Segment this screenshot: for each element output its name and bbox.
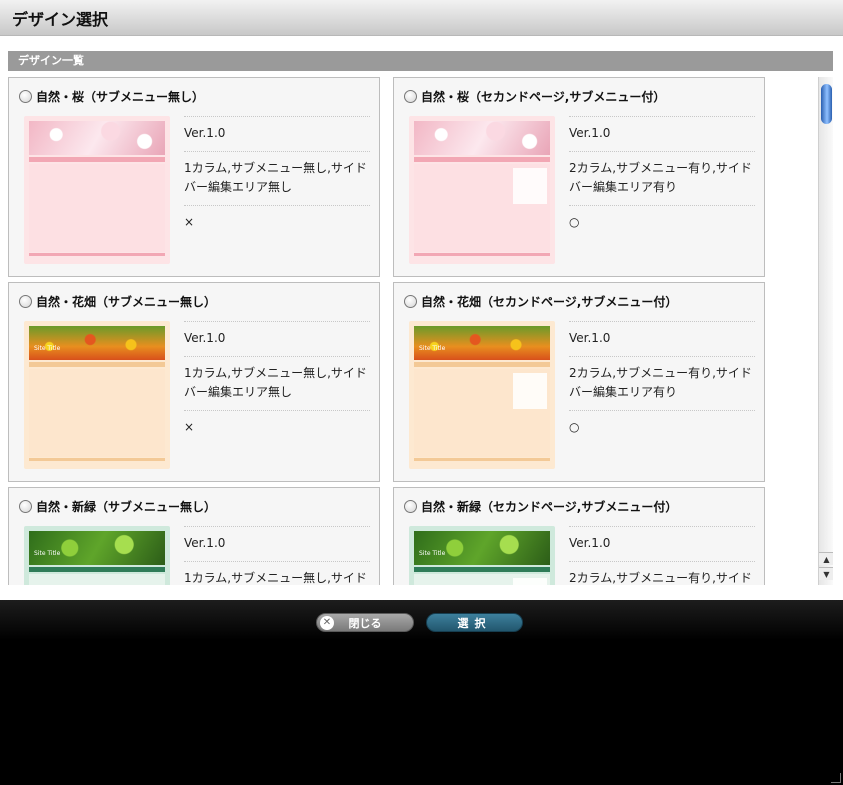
select-button-label: 選択: [457, 617, 492, 630]
thumbnail-footer: [414, 458, 550, 461]
design-select-window: デザイン選択 デザイン一覧 自然・桜（サブメニュー無し） Ver.1.0 1カラム,…: [0, 0, 843, 600]
design-card-title[interactable]: 自然・桜（サブメニュー無し）: [19, 88, 204, 105]
design-radio[interactable]: [404, 295, 417, 308]
thumbnail-nav: [29, 567, 165, 572]
section-header: デザイン一覧: [8, 51, 833, 71]
thumbnail-site-title: Site Title: [419, 345, 446, 352]
design-info: Ver.1.02カラム,サブメニュー有り,サイドバー編集エリア有り○: [569, 526, 755, 585]
design-description: 2カラム,サブメニュー有り,サイドバー編集エリア有り: [569, 561, 755, 585]
design-card[interactable]: 自然・新緑（セカンドページ,サブメニュー付） Site Title Ver.1.0 2…: [393, 487, 765, 585]
design-thumbnail: [24, 116, 170, 264]
thumbnail-site-title: Site Title: [34, 550, 61, 557]
thumbnail-site-title: Site Title: [419, 550, 446, 557]
design-radio[interactable]: [19, 500, 32, 513]
design-card[interactable]: 自然・新緑（サブメニュー無し） Site Title Ver.1.0 1カラム,サブメ…: [8, 487, 380, 585]
design-card[interactable]: 自然・桜（セカンドページ,サブメニュー付） Ver.1.0 2カラム,サブメニュー有…: [393, 77, 765, 277]
design-card[interactable]: 自然・花畑（セカンドページ,サブメニュー付） Site Title Ver.1.0 2…: [393, 282, 765, 482]
design-version: Ver.1.0: [569, 116, 755, 151]
thumbnail-nav: [414, 362, 550, 367]
design-info: Ver.1.01カラム,サブメニュー無し,サイドバー編集エリア無し×: [184, 321, 370, 445]
thumbnail-footer: [414, 253, 550, 256]
title-bar: デザイン選択: [0, 0, 843, 36]
design-name: 自然・花畑（セカンドページ,サブメニュー付）: [421, 295, 678, 309]
thumbnail-nav: [29, 362, 165, 367]
design-sidebar-flag: ○: [569, 410, 755, 445]
design-radio[interactable]: [19, 90, 32, 103]
thumbnail-banner: [29, 326, 165, 360]
close-button-label: 閉じる: [348, 617, 382, 630]
thumbnail-footer: [29, 458, 165, 461]
design-version: Ver.1.0: [184, 116, 370, 151]
design-list-scroll-area[interactable]: 自然・桜（サブメニュー無し） Ver.1.0 1カラム,サブメニュー無し,サイドバー…: [8, 77, 833, 585]
design-name: 自然・花畑（サブメニュー無し）: [36, 295, 217, 309]
thumbnail-banner: [414, 531, 550, 565]
design-info: Ver.1.02カラム,サブメニュー有り,サイドバー編集エリア有り○: [569, 116, 755, 240]
design-card[interactable]: 自然・花畑（サブメニュー無し） Site Title Ver.1.0 1カラム,サブメ…: [8, 282, 380, 482]
design-sidebar-flag: ×: [184, 205, 370, 240]
close-circle-icon: ✕: [320, 616, 334, 630]
design-thumbnail: Site Title: [24, 526, 170, 585]
design-description: 1カラム,サブメニュー無し,サイドバー編集エリア無し: [184, 151, 370, 205]
design-info: Ver.1.02カラム,サブメニュー有り,サイドバー編集エリア有り○: [569, 321, 755, 445]
thumbnail-sidebar: [513, 168, 547, 204]
dialog-footer: ✕ 閉じる 選択: [0, 600, 843, 785]
select-button[interactable]: 選択: [426, 613, 523, 632]
scroll-down-arrow-icon[interactable]: ▼: [819, 567, 833, 580]
thumbnail-body: [29, 164, 165, 252]
thumbnail-banner: [414, 326, 550, 360]
thumbnail-nav: [414, 567, 550, 572]
design-radio[interactable]: [404, 90, 417, 103]
design-description: 2カラム,サブメニュー有り,サイドバー編集エリア有り: [569, 151, 755, 205]
design-radio[interactable]: [19, 295, 32, 308]
design-card-title[interactable]: 自然・花畑（サブメニュー無し）: [19, 293, 216, 310]
design-info: Ver.1.01カラム,サブメニュー無し,サイドバー編集エリア無し×: [184, 116, 370, 240]
design-card[interactable]: 自然・桜（サブメニュー無し） Ver.1.0 1カラム,サブメニュー無し,サイドバー…: [8, 77, 380, 277]
design-name: 自然・桜（セカンドページ,サブメニュー付）: [421, 90, 666, 104]
design-version: Ver.1.0: [569, 321, 755, 356]
design-name: 自然・新緑（セカンドページ,サブメニュー付）: [421, 500, 678, 514]
scroll-up-arrow-icon[interactable]: ▲: [819, 552, 833, 565]
vertical-scrollbar[interactable]: ▲ ▼: [818, 77, 833, 585]
scrollbar-thumb[interactable]: [821, 84, 832, 124]
thumbnail-nav: [414, 157, 550, 162]
thumbnail-sidebar: [513, 578, 547, 585]
close-button[interactable]: ✕ 閉じる: [316, 613, 414, 632]
design-card-title[interactable]: 自然・新緑（セカンドページ,サブメニュー付）: [404, 498, 677, 515]
design-thumbnail: Site Title: [409, 321, 555, 469]
design-thumbnail: Site Title: [24, 321, 170, 469]
design-info: Ver.1.01カラム,サブメニュー無し,サイドバー編集エリア無し×: [184, 526, 370, 585]
resize-grip-icon[interactable]: [831, 773, 841, 783]
design-name: 自然・新緑（サブメニュー無し）: [36, 500, 217, 514]
thumbnail-body: [29, 574, 165, 585]
design-radio[interactable]: [404, 500, 417, 513]
design-description: 2カラム,サブメニュー有り,サイドバー編集エリア有り: [569, 356, 755, 410]
design-version: Ver.1.0: [569, 526, 755, 561]
design-card-title[interactable]: 自然・花畑（セカンドページ,サブメニュー付）: [404, 293, 677, 310]
design-description: 1カラム,サブメニュー無し,サイドバー編集エリア無し: [184, 356, 370, 410]
design-card-title[interactable]: 自然・新緑（サブメニュー無し）: [19, 498, 216, 515]
thumbnail-body: [29, 369, 165, 457]
design-name: 自然・桜（サブメニュー無し）: [36, 90, 205, 104]
design-sidebar-flag: ○: [569, 205, 755, 240]
thumbnail-nav: [29, 157, 165, 162]
thumbnail-banner: [29, 531, 165, 565]
thumbnail-banner: [29, 121, 165, 155]
design-description: 1カラム,サブメニュー無し,サイドバー編集エリア無し: [184, 561, 370, 585]
thumbnail-site-title: Site Title: [34, 345, 61, 352]
design-card-title[interactable]: 自然・桜（セカンドページ,サブメニュー付）: [404, 88, 665, 105]
design-sidebar-flag: ×: [184, 410, 370, 445]
thumbnail-footer: [29, 253, 165, 256]
thumbnail-sidebar: [513, 373, 547, 409]
design-version: Ver.1.0: [184, 321, 370, 356]
design-thumbnail: Site Title: [409, 526, 555, 585]
design-version: Ver.1.0: [184, 526, 370, 561]
thumbnail-banner: [414, 121, 550, 155]
design-thumbnail: [409, 116, 555, 264]
window-title: デザイン選択: [12, 9, 109, 29]
